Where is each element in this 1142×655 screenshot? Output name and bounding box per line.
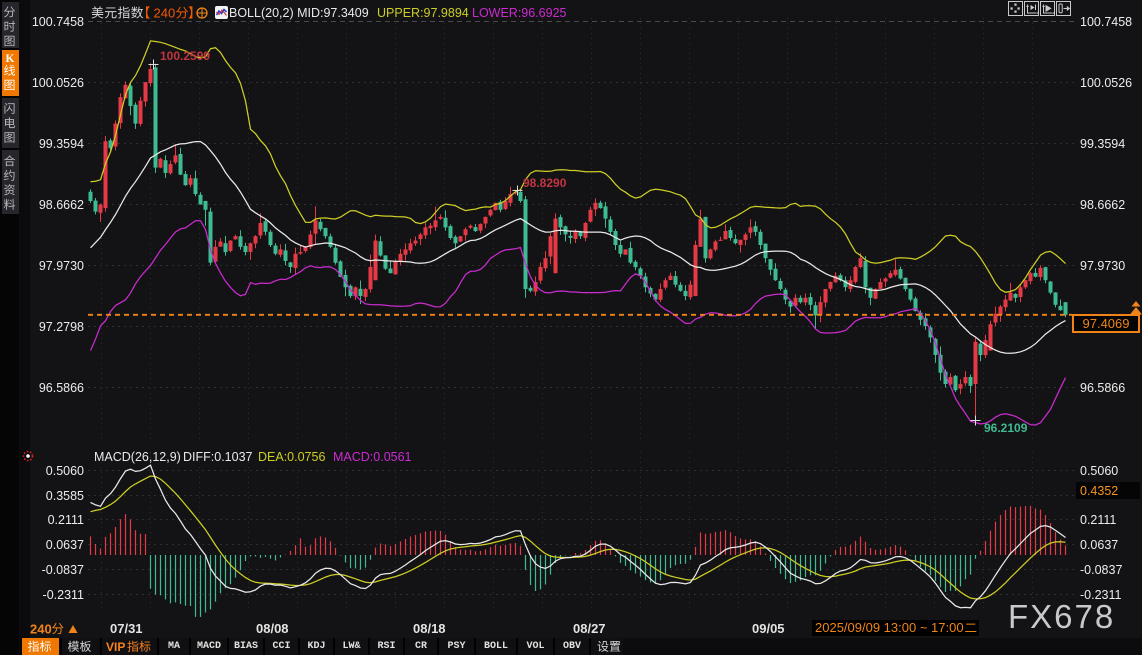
svg-text:0.0637: 0.0637 xyxy=(46,538,84,552)
svg-text:0.0637: 0.0637 xyxy=(1080,538,1118,552)
svg-text:-0.2311: -0.2311 xyxy=(43,588,85,602)
svg-text:-0.0837: -0.0837 xyxy=(42,563,84,577)
svg-text:0.4352: 0.4352 xyxy=(1080,484,1118,498)
svg-text:0.3585: 0.3585 xyxy=(46,489,84,503)
svg-text:96.2109: 96.2109 xyxy=(984,421,1028,435)
svg-text:-0.0837: -0.0837 xyxy=(1080,563,1122,577)
svg-text:99.3594: 99.3594 xyxy=(39,137,84,151)
svg-text:97.2798: 97.2798 xyxy=(39,320,84,334)
svg-text:96.5866: 96.5866 xyxy=(1080,381,1125,395)
svg-text:100.7458: 100.7458 xyxy=(1080,15,1132,29)
svg-text:0.2111: 0.2111 xyxy=(1080,513,1116,527)
svg-text:100.0526: 100.0526 xyxy=(1080,76,1132,90)
svg-text:99.3594: 99.3594 xyxy=(1080,137,1125,151)
svg-text:97.9730: 97.9730 xyxy=(1080,259,1125,273)
svg-text:100.2599: 100.2599 xyxy=(160,49,210,63)
svg-text:98.6662: 98.6662 xyxy=(39,198,84,212)
svg-text:97.9730: 97.9730 xyxy=(39,259,84,273)
svg-text:96.5866: 96.5866 xyxy=(39,381,84,395)
svg-text:0.2111: 0.2111 xyxy=(48,513,84,527)
svg-text:0.5060: 0.5060 xyxy=(46,464,84,478)
svg-text:100.0526: 100.0526 xyxy=(32,76,84,90)
svg-text:98.6662: 98.6662 xyxy=(1080,198,1125,212)
svg-text:98.8290: 98.8290 xyxy=(523,176,567,190)
svg-text:100.7458: 100.7458 xyxy=(32,15,84,29)
svg-text:0.5060: 0.5060 xyxy=(1080,464,1118,478)
